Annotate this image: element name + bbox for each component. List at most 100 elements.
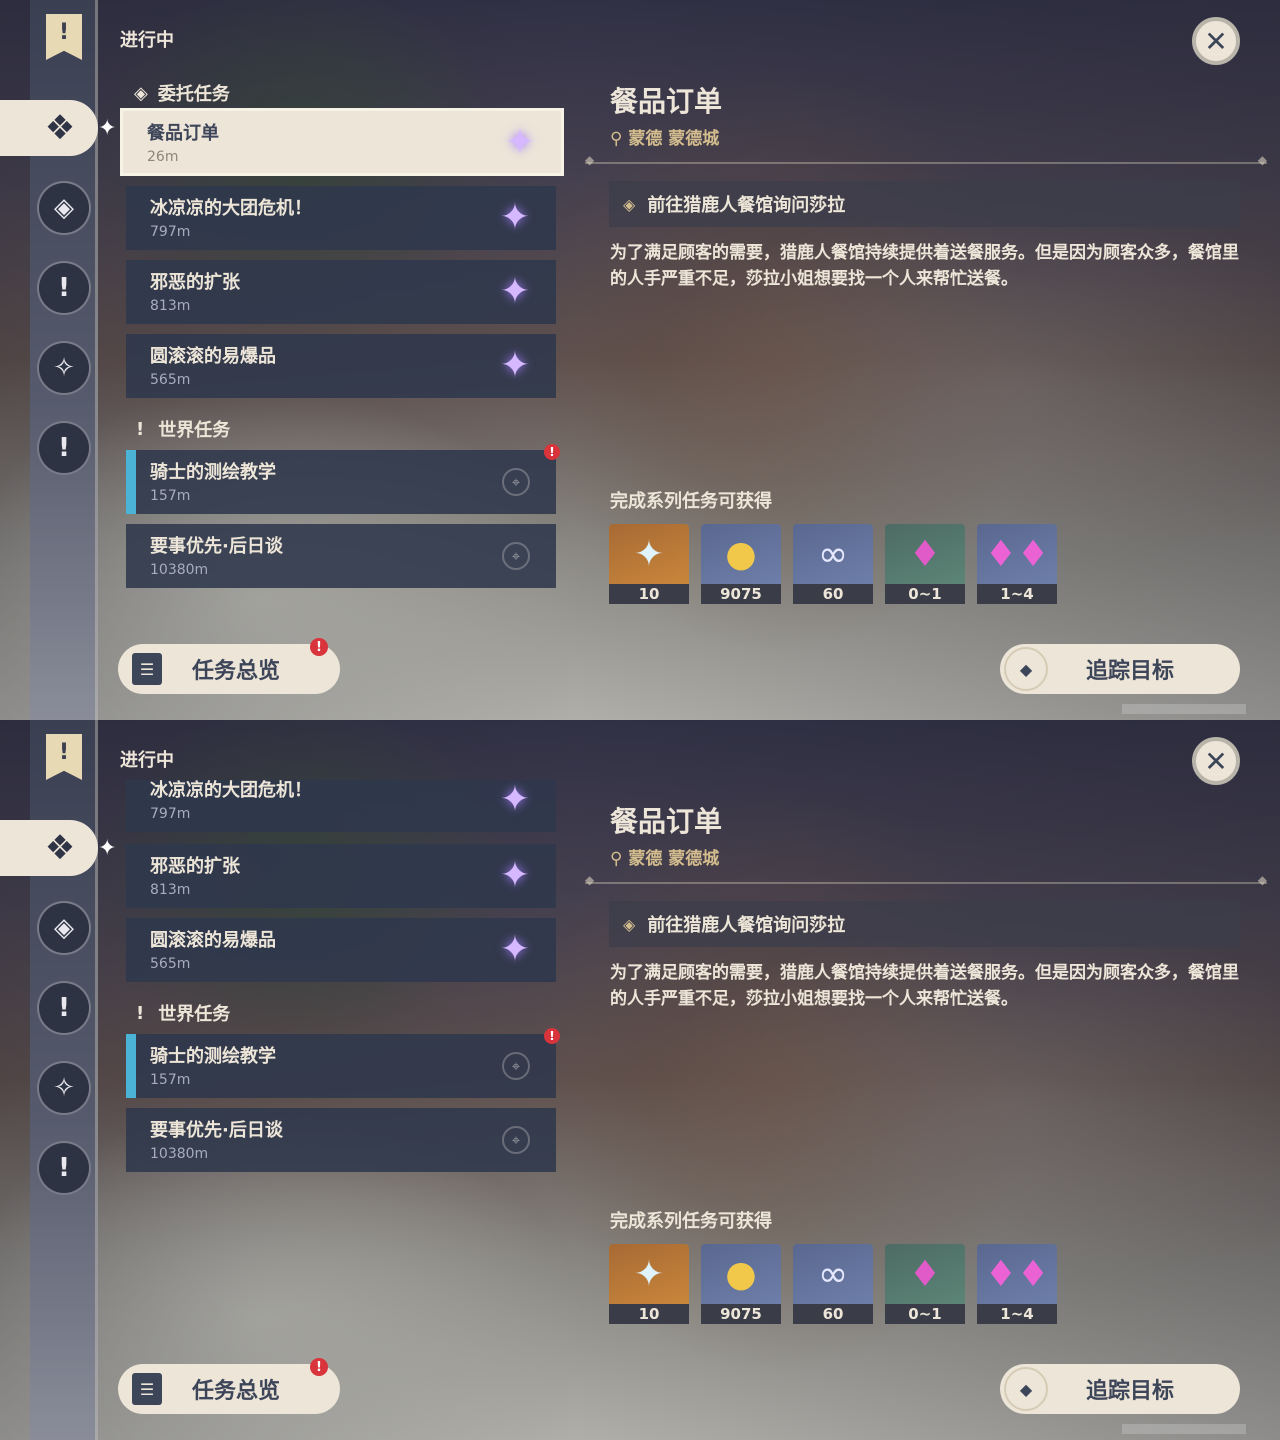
rewards-title: 完成系列任务可获得	[610, 491, 772, 512]
quest-item[interactable]: 冰凉凉的大团危机！ 797m ✦	[126, 780, 556, 832]
quest-objective: ◈ 前往猎鹿人餐馆询问莎拉	[609, 901, 1240, 947]
rail-item-event-icon[interactable]: ✧	[37, 341, 91, 395]
rail-item-world-icon[interactable]: !	[37, 1141, 91, 1195]
quest-item-selected[interactable]: 餐品订单 26m ✦	[120, 108, 564, 176]
reward-crystal-chunk[interactable]: ♦ 0~1	[885, 1244, 965, 1324]
rewards-title: 完成系列任务可获得	[610, 1211, 772, 1232]
world-quest-icon: !	[136, 418, 145, 440]
commission-icon: ❖	[44, 828, 76, 868]
quest-book-icon: ☰	[132, 653, 162, 685]
reward-mora[interactable]: ● 9075	[701, 1244, 781, 1324]
close-button[interactable]: ✕	[1192, 737, 1240, 785]
screen-top: ! ❖ ✦ ◈ ! ✧ ! 进行中 ◈ 委托任务 餐品订单 26m ✦ 冰凉凉的…	[0, 0, 1280, 720]
quest-title: 餐品订单	[610, 805, 723, 838]
in-progress-label: 进行中	[120, 30, 174, 51]
location-pin-icon: ⌖	[502, 468, 530, 496]
quest-location: ⚲ 蒙德 蒙德城	[610, 129, 720, 149]
rail-item-commissions[interactable]: ❖	[0, 100, 98, 156]
track-button[interactable]: ◆ 追踪目标	[1000, 1364, 1240, 1414]
world-quest-item[interactable]: 骑士的测绘教学 157m ⌖ !	[126, 1028, 560, 1098]
commission-star-icon: ✦	[499, 196, 531, 238]
commission-icon: ❖	[44, 108, 76, 148]
world-quest-item[interactable]: 要事优先·后日谈 10380m ⌖	[126, 1108, 556, 1172]
primogem-icon: ✦	[633, 1253, 665, 1295]
reward-primogem[interactable]: ✦ 10	[609, 1244, 689, 1324]
reward-primogem[interactable]: ✦ 10	[609, 524, 689, 604]
rail-item-world-icon[interactable]: !	[37, 421, 91, 475]
rewards-list: ✦ 10 ● 9075 ∞ 60 ♦ 0~1 ♦♦ 1~4	[609, 1244, 1057, 1324]
world-section-title: ! 世界任务	[136, 418, 231, 442]
commission-star-icon: ✦	[499, 780, 531, 820]
primogem-icon: ✦	[633, 533, 665, 575]
quest-title: 餐品订单	[610, 85, 723, 118]
quest-overview-button[interactable]: ☰ 任务总览 !	[118, 638, 340, 694]
quest-item[interactable]: 圆滚滚的易爆品 565m ✦	[126, 334, 556, 398]
in-progress-label: 进行中	[120, 750, 174, 771]
reward-crystal-ore[interactable]: ♦♦ 1~4	[977, 1244, 1057, 1324]
sparkle-icon: ✦	[98, 116, 117, 141]
new-alert-badge: !	[544, 1028, 560, 1044]
quest-item[interactable]: 冰凉凉的大团危机！ 797m ✦	[126, 186, 556, 250]
quest-list[interactable]: 冰凉凉的大团危机！ 797m ✦ 邪恶的扩张 813m ✦ 圆滚滚的易爆品 56…	[120, 780, 570, 1340]
alert-badge: !	[310, 1358, 328, 1376]
quest-location: ⚲ 蒙德 蒙德城	[610, 849, 720, 869]
rail-item-legend-icon[interactable]: ◈	[37, 901, 91, 955]
diamond-icon: ◈	[134, 82, 148, 104]
companionship-exp-icon: ∞	[818, 1253, 848, 1295]
objective-diamond-icon: ◈	[623, 914, 636, 934]
sparkle-icon: ✦	[98, 836, 117, 861]
quest-item[interactable]: 圆滚滚的易爆品 565m ✦	[126, 918, 556, 982]
world-quest-item[interactable]: 要事优先·后日谈 10380m ⌖	[126, 524, 556, 588]
commission-star-icon: ✦	[499, 854, 531, 896]
crystal-chunk-icon: ♦	[908, 533, 942, 575]
track-diamond-icon: ◆	[1004, 1367, 1048, 1411]
divider	[585, 153, 1267, 167]
quest-list[interactable]: 餐品订单 26m ✦ 冰凉凉的大团危机！ 797m ✦ 邪恶的扩张 813m ✦…	[120, 106, 570, 606]
crystal-ore-icon: ♦♦	[984, 533, 1050, 575]
quest-item[interactable]: 邪恶的扩张 813m ✦	[126, 260, 556, 324]
mora-icon: ●	[725, 1253, 757, 1295]
close-button[interactable]: ✕	[1192, 17, 1240, 65]
reward-mora[interactable]: ● 9075	[701, 524, 781, 604]
tracked-marker	[126, 1034, 136, 1098]
companionship-exp-icon: ∞	[818, 533, 848, 575]
track-diamond-icon: ◆	[1004, 647, 1048, 691]
commission-star-icon: ✦	[499, 270, 531, 312]
divider	[585, 873, 1267, 887]
tracked-marker	[126, 450, 136, 514]
quest-description: 为了满足顾客的需要，猎鹿人餐馆持续提供着送餐服务。但是因为顾客众多，餐馆里的人手…	[610, 243, 1239, 289]
rewards-list: ✦ 10 ● 9075 ∞ 60 ♦ 0~1 ♦♦ 1~4	[609, 524, 1057, 604]
quest-overview-button[interactable]: ☰ 任务总览 !	[118, 1358, 340, 1414]
quest-item[interactable]: 邪恶的扩张 813m ✦	[126, 844, 556, 908]
reward-companionship-exp[interactable]: ∞ 60	[793, 524, 873, 604]
commission-section-title: ◈ 委托任务	[134, 82, 230, 106]
reward-crystal-ore[interactable]: ♦♦ 1~4	[977, 524, 1057, 604]
reward-crystal-chunk[interactable]: ♦ 0~1	[885, 524, 965, 604]
alert-badge: !	[310, 638, 328, 656]
location-pin-icon: ⌖	[502, 1126, 530, 1154]
rail-item-world-alert-icon[interactable]: !	[37, 261, 91, 315]
location-pin-icon: ⌖	[502, 542, 530, 570]
world-section-title: ! 世界任务	[136, 1002, 231, 1026]
new-alert-badge: !	[544, 444, 560, 460]
rail-item-legend-icon[interactable]: ◈	[37, 181, 91, 235]
world-quest-item[interactable]: 骑士的测绘教学 157m ⌖ !	[126, 444, 560, 514]
crystal-chunk-icon: ♦	[908, 1253, 942, 1295]
quest-objective: ◈ 前往猎鹿人餐馆询问莎拉	[609, 181, 1240, 227]
rail-item-world-alert-icon[interactable]: !	[37, 981, 91, 1035]
rail-item-commissions[interactable]: ❖	[0, 820, 98, 876]
mora-icon: ●	[725, 533, 757, 575]
quest-description: 为了满足顾客的需要，猎鹿人餐馆持续提供着送餐服务。但是因为顾客众多，餐馆里的人手…	[610, 963, 1239, 1009]
quest-book-icon: ☰	[132, 1373, 162, 1405]
track-button[interactable]: ◆ 追踪目标	[1000, 644, 1240, 694]
objective-diamond-icon: ◈	[623, 194, 636, 214]
crystal-ore-icon: ♦♦	[984, 1253, 1050, 1295]
screen-bottom: ! ❖ ✦ ◈ ! ✧ ! 进行中 冰凉凉的大团危机！ 797m ✦ 邪恶的扩张…	[0, 720, 1280, 1440]
commission-star-icon: ✦	[504, 121, 536, 163]
commission-star-icon: ✦	[499, 344, 531, 386]
world-quest-icon: !	[136, 1002, 145, 1024]
commission-star-icon: ✦	[499, 928, 531, 970]
reward-companionship-exp[interactable]: ∞ 60	[793, 1244, 873, 1324]
rail-item-event-icon[interactable]: ✧	[37, 1061, 91, 1115]
location-pin-icon: ⌖	[502, 1052, 530, 1080]
